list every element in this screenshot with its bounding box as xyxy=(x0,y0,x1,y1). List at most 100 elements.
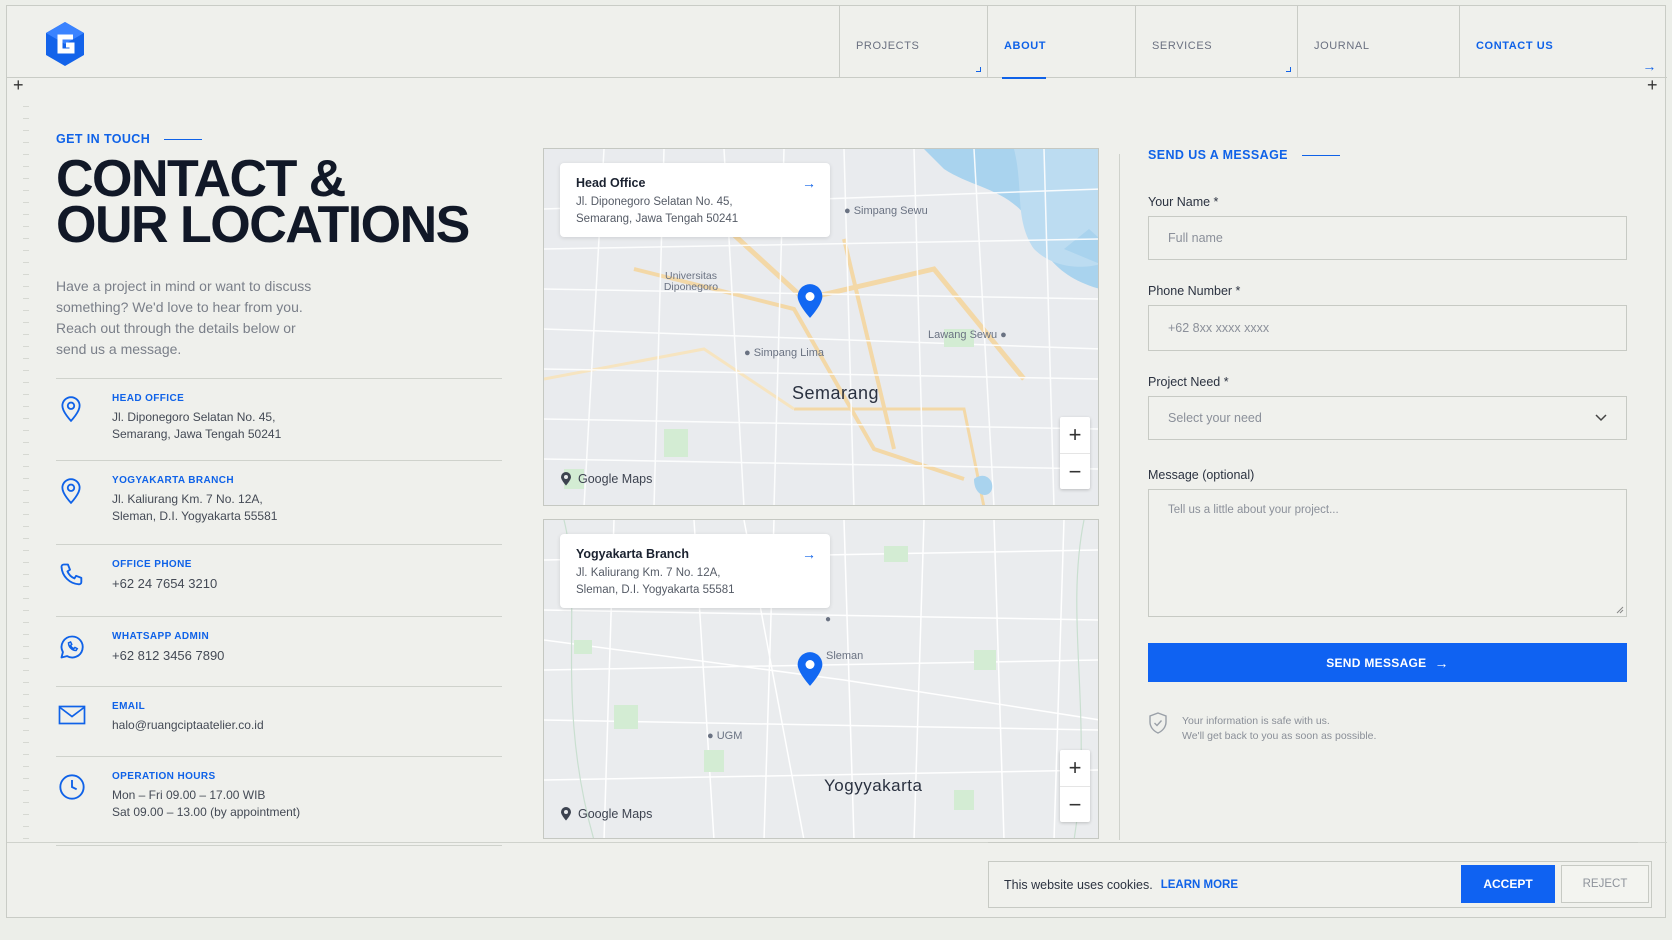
phone-input[interactable]: +62 8xx xxxx xxxx xyxy=(1148,305,1627,351)
name-label: Your Name * xyxy=(1148,195,1219,209)
info-label: WHATSAPP ADMIN xyxy=(112,631,210,642)
plus-mark-icon: + xyxy=(1647,75,1658,95)
project-need-select[interactable]: Select your need xyxy=(1148,396,1627,440)
privacy-text: Your information is safe with us. We'll g… xyxy=(1182,715,1377,742)
textarea-placeholder: Tell us a little about your project... xyxy=(1168,504,1339,516)
map-card-title: Head Office xyxy=(576,176,646,190)
nav-contact-label: CONTACT US xyxy=(1476,40,1554,52)
nav-services-label: SERVICES xyxy=(1152,40,1213,52)
map-card-address: Jl. Diponegoro Selatan No. 45, Semarang, … xyxy=(576,196,739,225)
cookie-accept-button[interactable]: ACCEPT xyxy=(1461,865,1555,903)
email-icon xyxy=(58,705,86,725)
place-simpang-sewu: ● Simpang Sewu xyxy=(844,205,928,217)
main-nav: PROJECTS ABOUT SERVICES JOURNAL CONTACT … xyxy=(839,6,1665,79)
nav-about[interactable]: ABOUT xyxy=(987,6,1135,79)
map-yogyakarta-branch[interactable]: Yogyakarta Branch Jl. Kaliurang Km. 7 No… xyxy=(543,519,1099,839)
map-pin-small-icon xyxy=(561,472,571,486)
map-head-office[interactable]: Head Office Jl. Diponegoro Selatan No. 4… xyxy=(543,148,1099,506)
map-pin-icon[interactable] xyxy=(796,651,824,687)
place-universitas-diponegoro: Universitas Diponegoro xyxy=(663,270,719,293)
nav-projects[interactable]: PROJECTS xyxy=(839,6,987,78)
arrow-right-icon[interactable]: → xyxy=(802,175,816,191)
place-simpang-lima: ● Simpang Lima xyxy=(744,347,825,359)
map-pin-icon[interactable] xyxy=(796,283,824,319)
map-city-label: Yogyyakarta xyxy=(824,776,923,795)
place-marker-icon: ● xyxy=(825,614,832,625)
map-card-head-office[interactable]: Head Office Jl. Diponegoro Selatan No. 4… xyxy=(560,163,830,237)
attribution-text: Google Maps xyxy=(578,806,653,821)
map-zoom-controls: + − xyxy=(1060,750,1090,822)
map-card-address: Jl. Kaliurang Km. 7 No. 12A, Sleman, D.I.… xyxy=(576,567,735,596)
corner-mark-icon xyxy=(1286,67,1291,72)
shield-check-icon xyxy=(1149,712,1167,734)
google-maps-attribution[interactable]: Google Maps xyxy=(560,806,652,821)
column-divider xyxy=(1119,154,1120,840)
nav-about-label: ABOUT xyxy=(1004,40,1047,52)
attribution-text: Google Maps xyxy=(578,471,653,486)
arrow-right-icon: → xyxy=(1642,58,1657,74)
name-input[interactable]: Full name xyxy=(1148,216,1627,260)
phone-icon xyxy=(60,563,83,586)
nav-services[interactable]: SERVICES xyxy=(1135,6,1297,78)
nav-projects-label: PROJECTS xyxy=(856,40,920,52)
zoom-out-button[interactable]: − xyxy=(1060,453,1090,489)
contact-form: SEND US A MESSAGE Your Name * Full name … xyxy=(1148,148,1627,744)
plus-mark-icon: + xyxy=(13,75,24,95)
nav-journal[interactable]: JOURNAL xyxy=(1297,6,1459,78)
info-label: YOGYAKARTA BRANCH xyxy=(112,475,234,486)
info-value: Mon – Fri 09.00 – 17.00 WIB Sat 09.00 – 1… xyxy=(112,788,301,819)
eyebrow-line xyxy=(1301,154,1340,156)
map-city-label: Semarang xyxy=(792,383,880,403)
place-sleman: Sleman xyxy=(826,650,864,662)
info-value: Jl. Diponegoro Selatan No. 45, Semarang, … xyxy=(112,410,282,441)
corner-mark-icon xyxy=(976,67,981,72)
zoom-in-button[interactable]: + xyxy=(1060,750,1090,786)
zoom-in-button[interactable]: + xyxy=(1060,417,1090,453)
eyebrow-line xyxy=(164,138,203,140)
send-message-eyebrow: SEND US A MESSAGE xyxy=(1148,148,1627,162)
contact-intro: GET IN TOUCH CONTACT & OUR LOCATIONS Hav… xyxy=(56,132,502,846)
info-label: OFFICE PHONE xyxy=(112,559,192,570)
resize-handle-icon[interactable] xyxy=(1616,606,1624,614)
site-header: PROJECTS ABOUT SERVICES JOURNAL CONTACT … xyxy=(7,6,1667,79)
info-operation-hours: OPERATION HOURS Mon – Fri 09.00 – 17.00 … xyxy=(56,756,502,846)
info-office-phone: OFFICE PHONE +62 24 7654 3210 xyxy=(56,544,502,616)
intro-paragraph: Have a project in mind or want to discus… xyxy=(56,278,312,357)
brand-logo-icon[interactable] xyxy=(43,20,87,68)
select-value: Select your need xyxy=(1168,411,1262,425)
arrow-right-icon: → xyxy=(1434,654,1449,671)
info-whatsapp-admin: WHATSAPP ADMIN +62 812 3456 7890 xyxy=(56,616,502,686)
info-head-office: HEAD OFFICE Jl. Diponegoro Selatan No. 4… xyxy=(56,378,502,460)
whatsapp-icon xyxy=(60,635,84,659)
send-button-label: SEND MESSAGE xyxy=(1326,655,1427,670)
send-message-button[interactable]: SEND MESSAGE → xyxy=(1148,643,1627,682)
place-ugm: ● UGM xyxy=(707,730,743,742)
ruler-ticks xyxy=(23,106,29,846)
info-value: Jl. Kaliurang Km. 7 No. 12A, Sleman, D.I.… xyxy=(112,492,278,523)
info-value[interactable]: +62 812 3456 7890 xyxy=(112,647,224,664)
cookie-text: This website uses cookies. xyxy=(1004,877,1153,892)
arrow-right-icon[interactable]: → xyxy=(802,546,816,562)
page-frame: PROJECTS ABOUT SERVICES JOURNAL CONTACT … xyxy=(6,5,1667,918)
place-lawang-sewu: Lawang Sewu ● xyxy=(928,329,1007,341)
map-zoom-controls: + − xyxy=(1060,417,1090,489)
cookie-banner: This website uses cookies. LEARN MORE AC… xyxy=(988,861,1652,908)
privacy-note: Your information is safe with us. We'll g… xyxy=(1148,712,1627,744)
info-email: EMAIL halo@ruangciptaatelier.co.id xyxy=(56,686,502,756)
info-value[interactable]: +62 24 7654 3210 xyxy=(112,575,217,592)
info-value[interactable]: halo@ruangciptaatelier.co.id xyxy=(112,717,264,734)
title-line-2: OUR LOCATIONS xyxy=(56,196,470,254)
message-textarea[interactable]: Tell us a little about your project... xyxy=(1148,489,1627,617)
info-label: HEAD OFFICE xyxy=(112,393,185,404)
google-maps-attribution[interactable]: Google Maps xyxy=(560,471,652,486)
cookie-learn-more-link[interactable]: LEARN MORE xyxy=(1161,879,1238,891)
eyebrow-text: SEND US A MESSAGE xyxy=(1148,148,1288,162)
phone-label: Phone Number * xyxy=(1148,284,1241,298)
map-card-title: Yogyakarta Branch xyxy=(576,547,690,561)
map-card-yogyakarta-branch[interactable]: Yogyakarta Branch Jl. Kaliurang Km. 7 No… xyxy=(560,534,830,608)
nav-contact-us[interactable]: CONTACT US → xyxy=(1459,6,1665,78)
cookie-reject-button[interactable]: REJECT xyxy=(1561,865,1649,903)
zoom-out-button[interactable]: − xyxy=(1060,786,1090,822)
nav-journal-label: JOURNAL xyxy=(1314,40,1370,52)
map-pin-small-icon xyxy=(561,807,571,821)
